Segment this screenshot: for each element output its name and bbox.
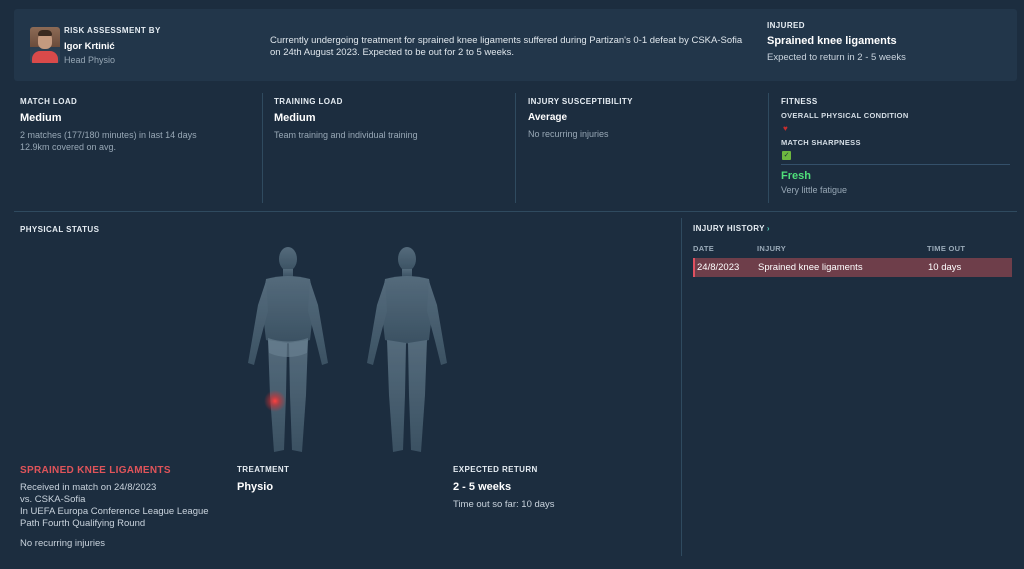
injury-timeout-cell: 10 days <box>928 262 962 273</box>
column-header-date[interactable]: DATE <box>693 244 714 253</box>
expected-return-value: 2 - 5 weeks <box>453 481 512 493</box>
training-load-detail: Team training and individual training <box>274 130 418 140</box>
fitness-state: Fresh <box>781 170 811 182</box>
match-load-distance: 12.9km covered on avg. <box>20 142 117 152</box>
injury-history-title: INJURY HISTORY <box>693 224 765 233</box>
check-icon: ✓ <box>782 151 791 160</box>
injury-susceptibility-value: Average <box>528 112 568 123</box>
injury-title: SPRAINED KNEE LIGAMENTS <box>20 465 171 476</box>
column-header-time-out[interactable]: TIME OUT <box>927 244 965 253</box>
match-sharpness-label: MATCH SHARPNESS <box>781 138 861 147</box>
divider <box>14 211 1017 212</box>
heart-icon: ♥ <box>783 124 788 133</box>
match-load-label: MATCH LOAD <box>20 97 78 106</box>
divider <box>262 93 263 203</box>
chevron-right-icon: › <box>766 224 770 233</box>
injury-detail-line: In UEFA Europa Conference League League <box>20 506 209 517</box>
column-header-injury[interactable]: INJURY <box>757 244 786 253</box>
training-load-label: TRAINING LOAD <box>274 97 343 106</box>
match-load-matches: 2 matches (177/180 minutes) in last 14 d… <box>20 130 197 140</box>
physio-avatar[interactable] <box>30 27 60 63</box>
training-load-panel: TRAINING LOAD Medium Team training and i… <box>274 97 418 141</box>
back-body-figure <box>367 247 447 452</box>
treatment-panel: TREATMENT Physio <box>237 465 289 499</box>
injury-susceptibility-panel: INJURY SUSCEPTIBILITY Average No recurri… <box>528 97 633 140</box>
training-load-value: Medium <box>274 112 316 124</box>
injury-susceptibility-detail: No recurring injuries <box>528 129 609 139</box>
treatment-label: TREATMENT <box>237 465 290 474</box>
divider <box>781 164 1010 165</box>
status-label: INJURED <box>767 21 805 30</box>
injury-detail-line: vs. CSKA-Sofia <box>20 494 86 505</box>
body-diagram <box>248 247 447 452</box>
divider <box>515 93 516 203</box>
injury-details: Received in match on 24/8/2023 vs. CSKA-… <box>20 482 209 530</box>
recurring-injuries-text: No recurring injuries <box>20 538 106 549</box>
fitness-state-detail: Very little fatigue <box>781 185 848 195</box>
divider <box>681 218 682 556</box>
injury-date-cell: 24/8/2023 <box>697 262 740 273</box>
expected-return-panel: EXPECTED RETURN 2 - 5 weeks Time out so … <box>453 465 555 510</box>
table-row[interactable]: 24/8/2023 Sprained knee ligaments 10 day… <box>693 258 1012 277</box>
physio-role: Head Physio <box>64 55 116 65</box>
expected-return-label: EXPECTED RETURN <box>453 465 538 474</box>
match-load-panel: MATCH LOAD Medium 2 matches (177/180 min… <box>20 97 197 153</box>
divider <box>768 93 769 203</box>
knee-injury-marker <box>264 390 286 412</box>
overall-condition-label: OVERALL PHYSICAL CONDITION <box>781 111 909 120</box>
risk-assessment-header: RISK ASSESSMENT BY Igor Krtinić Head Phy… <box>14 9 1017 81</box>
injury-susceptibility-label: INJURY SUSCEPTIBILITY <box>528 97 633 106</box>
expected-return-text: Expected to return in 2 - 5 weeks <box>767 52 906 63</box>
physio-name[interactable]: Igor Krtinić <box>64 41 115 52</box>
fitness-label: FITNESS <box>781 97 818 106</box>
injury-name-cell: Sprained knee ligaments <box>758 262 863 273</box>
risk-assessment-label: RISK ASSESSMENT BY <box>64 26 161 35</box>
match-load-value: Medium <box>20 112 62 124</box>
time-out-so-far: Time out so far: 10 days <box>453 499 555 510</box>
injury-history-link[interactable]: INJURY HISTORY › <box>693 224 770 233</box>
current-injury-name: Sprained knee ligaments <box>767 35 897 47</box>
physical-status-label: PHYSICAL STATUS <box>20 225 100 234</box>
injury-description: Currently undergoing treatment for sprai… <box>270 35 743 58</box>
treatment-value: Physio <box>237 481 274 493</box>
fitness-panel: FITNESS <box>781 97 818 112</box>
injury-detail-line: Received in match on 24/8/2023 <box>20 482 157 493</box>
injury-detail-line: Path Fourth Qualifying Round <box>20 518 146 529</box>
